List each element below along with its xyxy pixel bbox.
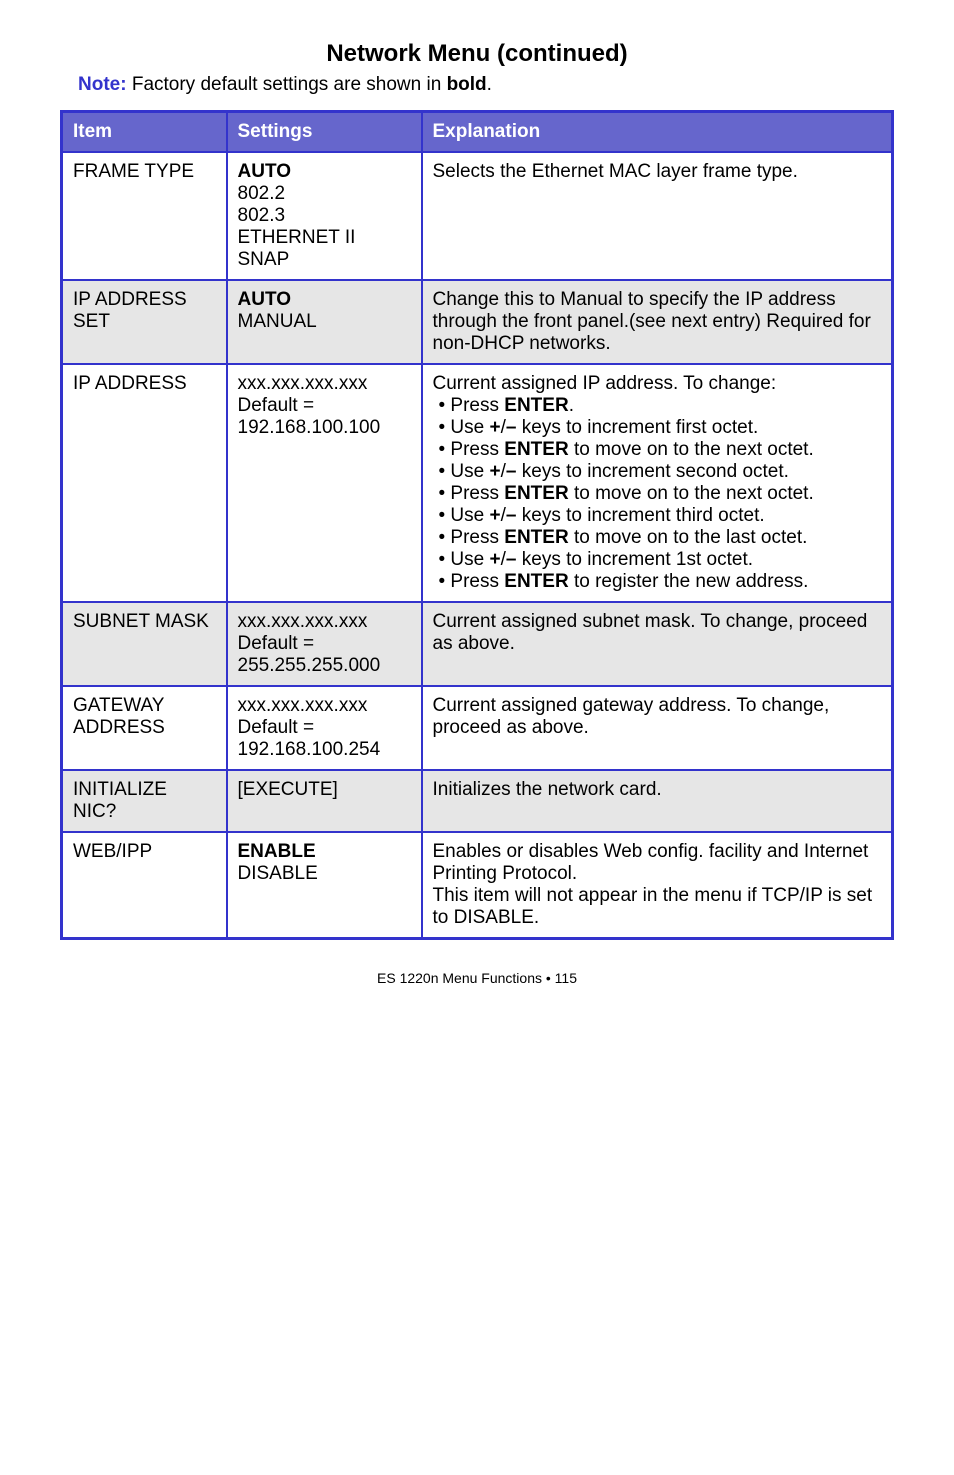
cell-item: INITIALIZE NIC? bbox=[62, 770, 227, 832]
note-text-prefix: Factory default settings are shown in bbox=[127, 74, 447, 95]
table-row: IP ADDRESS xxx.xxx.xxx.xxx Default = 192… bbox=[62, 364, 893, 602]
exp-bullet: • Use +/– keys to increment third octet. bbox=[433, 505, 882, 527]
cell-settings: xxx.xxx.xxx.xxx Default = 192.168.100.25… bbox=[227, 686, 422, 770]
setting-value: Default = bbox=[238, 717, 315, 738]
exp-bullet: • Use +/– keys to increment second octet… bbox=[433, 461, 882, 483]
exp-bullet: • Press ENTER to move on to the next oct… bbox=[433, 439, 882, 461]
cell-settings: AUTO 802.2 802.3 ETHERNET II SNAP bbox=[227, 152, 422, 280]
cell-explanation: Initializes the network card. bbox=[422, 770, 893, 832]
cell-explanation: Enables or disables Web config. facility… bbox=[422, 832, 893, 939]
exp-bullet: • Press ENTER to register the new addres… bbox=[433, 571, 882, 593]
setting-value: Default = bbox=[238, 633, 315, 654]
header-explanation: Explanation bbox=[422, 112, 893, 153]
page-footer: ES 1220n Menu Functions • 115 bbox=[60, 970, 894, 986]
setting-bold: AUTO bbox=[238, 289, 291, 310]
setting-value: ETHERNET II bbox=[238, 227, 356, 248]
cell-explanation: Current assigned IP address. To change: … bbox=[422, 364, 893, 602]
cell-settings: xxx.xxx.xxx.xxx Default = 255.255.255.00… bbox=[227, 602, 422, 686]
cell-item: SUBNET MASK bbox=[62, 602, 227, 686]
exp-bullet: • Press ENTER to move on to the next oct… bbox=[433, 483, 882, 505]
exp-bullet: • Press ENTER to move on to the last oct… bbox=[433, 527, 882, 549]
cell-settings: AUTO MANUAL bbox=[227, 280, 422, 364]
table-row: INITIALIZE NIC? [EXECUTE] Initializes th… bbox=[62, 770, 893, 832]
table-row: SUBNET MASK xxx.xxx.xxx.xxx Default = 25… bbox=[62, 602, 893, 686]
cell-item: GATEWAY ADDRESS bbox=[62, 686, 227, 770]
setting-value: xxx.xxx.xxx.xxx bbox=[238, 695, 368, 716]
note-line: Note: Factory default settings are shown… bbox=[60, 74, 894, 96]
cell-settings: [EXECUTE] bbox=[227, 770, 422, 832]
setting-value: SNAP bbox=[238, 249, 290, 270]
cell-item: WEB/IPP bbox=[62, 832, 227, 939]
setting-value: 192.168.100.100 bbox=[238, 417, 381, 438]
table-row: WEB/IPP ENABLE DISABLE Enables or disabl… bbox=[62, 832, 893, 939]
exp-bullet: • Use +/– keys to increment first octet. bbox=[433, 417, 882, 439]
header-item: Item bbox=[62, 112, 227, 153]
cell-explanation: Change this to Manual to specify the IP … bbox=[422, 280, 893, 364]
table-row: IP ADDRESS SET AUTO MANUAL Change this t… bbox=[62, 280, 893, 364]
cell-explanation: Current assigned gateway address. To cha… bbox=[422, 686, 893, 770]
network-menu-table: Item Settings Explanation FRAME TYPE AUT… bbox=[60, 110, 894, 940]
note-bold: bold bbox=[447, 74, 487, 95]
cell-explanation: Current assigned subnet mask. To change,… bbox=[422, 602, 893, 686]
setting-value: xxx.xxx.xxx.xxx bbox=[238, 373, 368, 394]
exp-text: This item will not appear in the menu if… bbox=[433, 885, 882, 929]
exp-text: Current assigned IP address. To change: bbox=[433, 373, 882, 395]
table-header-row: Item Settings Explanation bbox=[62, 112, 893, 153]
page-title: Network Menu (continued) bbox=[60, 40, 894, 68]
setting-value: 802.2 bbox=[238, 183, 286, 204]
exp-bullet: • Use +/– keys to increment 1st octet. bbox=[433, 549, 882, 571]
setting-bold: AUTO bbox=[238, 161, 291, 182]
cell-explanation: Selects the Ethernet MAC layer frame typ… bbox=[422, 152, 893, 280]
exp-text: Enables or disables Web config. facility… bbox=[433, 841, 882, 885]
setting-bold: ENABLE bbox=[238, 841, 316, 862]
cell-item: IP ADDRESS SET bbox=[62, 280, 227, 364]
header-settings: Settings bbox=[227, 112, 422, 153]
note-label: Note: bbox=[78, 74, 127, 95]
table-row: FRAME TYPE AUTO 802.2 802.3 ETHERNET II … bbox=[62, 152, 893, 280]
cell-settings: ENABLE DISABLE bbox=[227, 832, 422, 939]
cell-settings: xxx.xxx.xxx.xxx Default = 192.168.100.10… bbox=[227, 364, 422, 602]
cell-item: IP ADDRESS bbox=[62, 364, 227, 602]
setting-value: 255.255.255.000 bbox=[238, 655, 381, 676]
setting-value: xxx.xxx.xxx.xxx bbox=[238, 611, 368, 632]
note-text-suffix: . bbox=[487, 74, 492, 95]
setting-value: 802.3 bbox=[238, 205, 286, 226]
exp-bullet: • Press ENTER. bbox=[433, 395, 882, 417]
cell-item: FRAME TYPE bbox=[62, 152, 227, 280]
setting-value: 192.168.100.254 bbox=[238, 739, 381, 760]
table-row: GATEWAY ADDRESS xxx.xxx.xxx.xxx Default … bbox=[62, 686, 893, 770]
setting-value: MANUAL bbox=[238, 311, 317, 332]
setting-value: DISABLE bbox=[238, 863, 318, 884]
setting-value: Default = bbox=[238, 395, 315, 416]
